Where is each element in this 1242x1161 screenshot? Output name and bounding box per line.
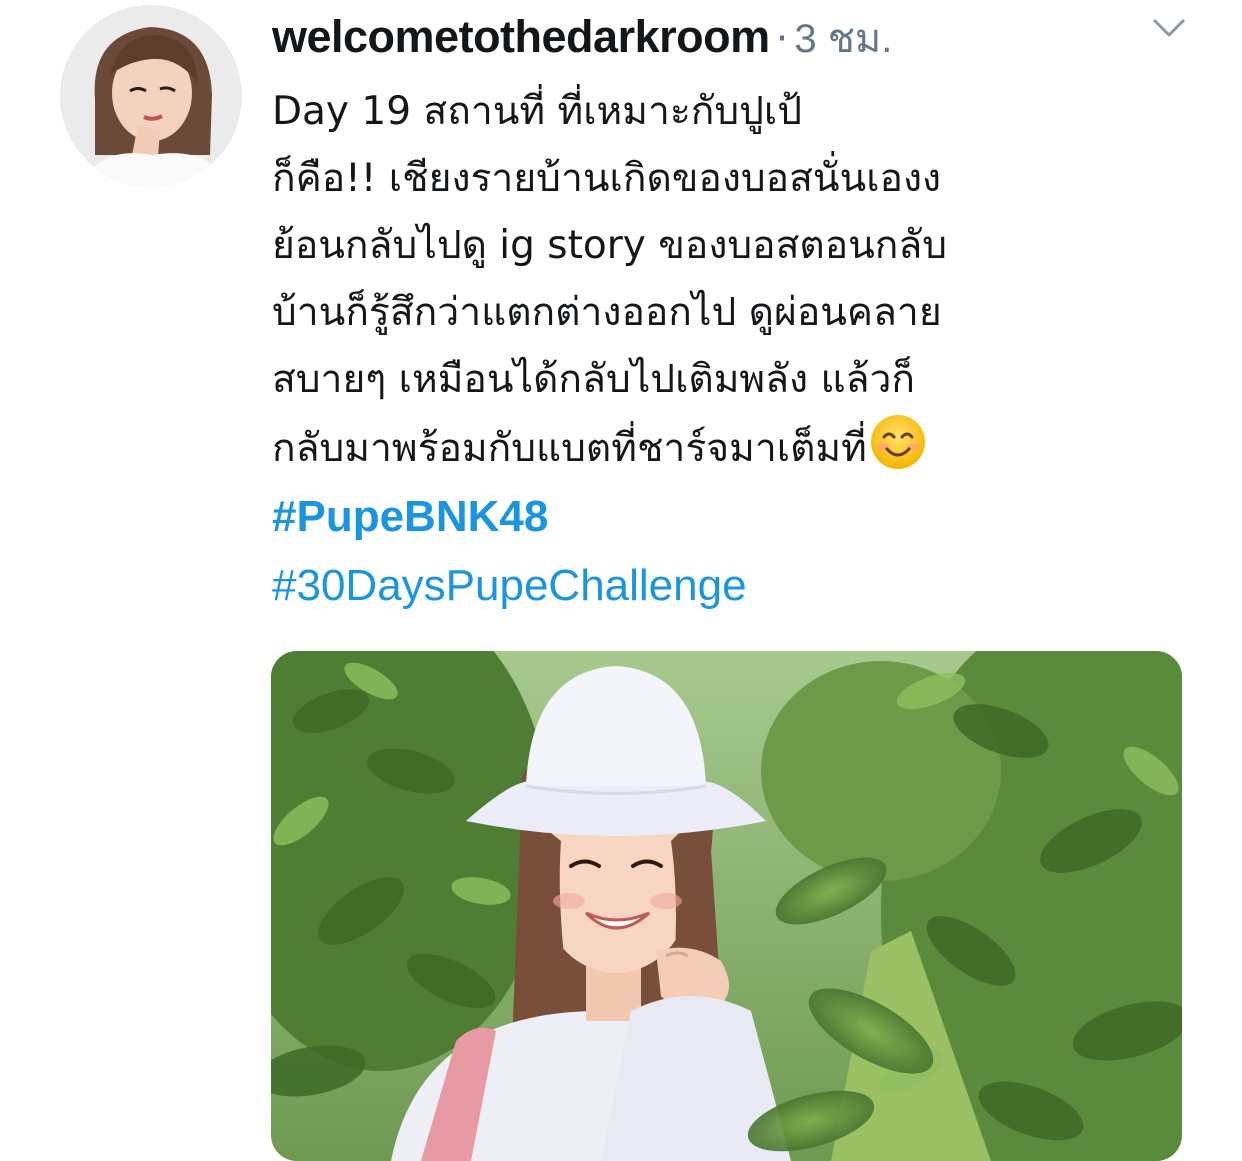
photo-image <box>271 651 1182 1161</box>
tweet-text-line-content: กลับมาพร้อมกับแบตที่ชาร์จมาเต็มที่ <box>272 426 867 471</box>
avatar[interactable] <box>60 5 242 187</box>
timestamp[interactable]: 3 ชม. <box>794 6 892 70</box>
tweet-photo[interactable] <box>271 651 1182 1161</box>
tweet-text: Day 19 สถานที่ ที่เหมาะกับปูเป้ ก็คือ!! … <box>272 78 1202 482</box>
tweet: welcometothedarkroom · 3 ชม. Day 19 สถาน… <box>0 0 1242 1161</box>
tweet-header: welcometothedarkroom · 3 ชม. <box>272 6 892 62</box>
smiling-face-emoji-icon <box>869 413 927 471</box>
separator-dot: · <box>775 16 789 62</box>
tweet-text-line: สบายๆ เหมือนได้กลับไปเติมพลัง แล้วก็ <box>272 357 916 402</box>
tweet-text-line-last: กลับมาพร้อมกับแบตที่ชาร์จมาเต็มที่ <box>272 413 1202 482</box>
avatar-image <box>60 5 242 187</box>
username[interactable]: welcometothedarkroom <box>272 11 770 63</box>
tweet-text-line: ย้อนกลับไปดู ig story ของบอสตอนกลับ <box>272 223 948 268</box>
tweet-text-line: Day 19 สถานที่ ที่เหมาะกับปูเป้ <box>272 89 803 134</box>
chevron-down-icon[interactable] <box>1152 16 1186 40</box>
hashtag-30dayspupechallenge-link[interactable]: #30DaysPupeChallenge <box>272 561 747 611</box>
hashtag-pupebnk48-link[interactable]: #PupeBNK48 <box>272 492 548 542</box>
tweet-text-line: บ้านก็รู้สึกว่าแตกต่างออกไป ดูผ่อนคลาย <box>272 290 942 335</box>
tweet-text-line: ก็คือ!! เชียงรายบ้านเกิดของบอสนั่นเองง <box>272 156 942 201</box>
